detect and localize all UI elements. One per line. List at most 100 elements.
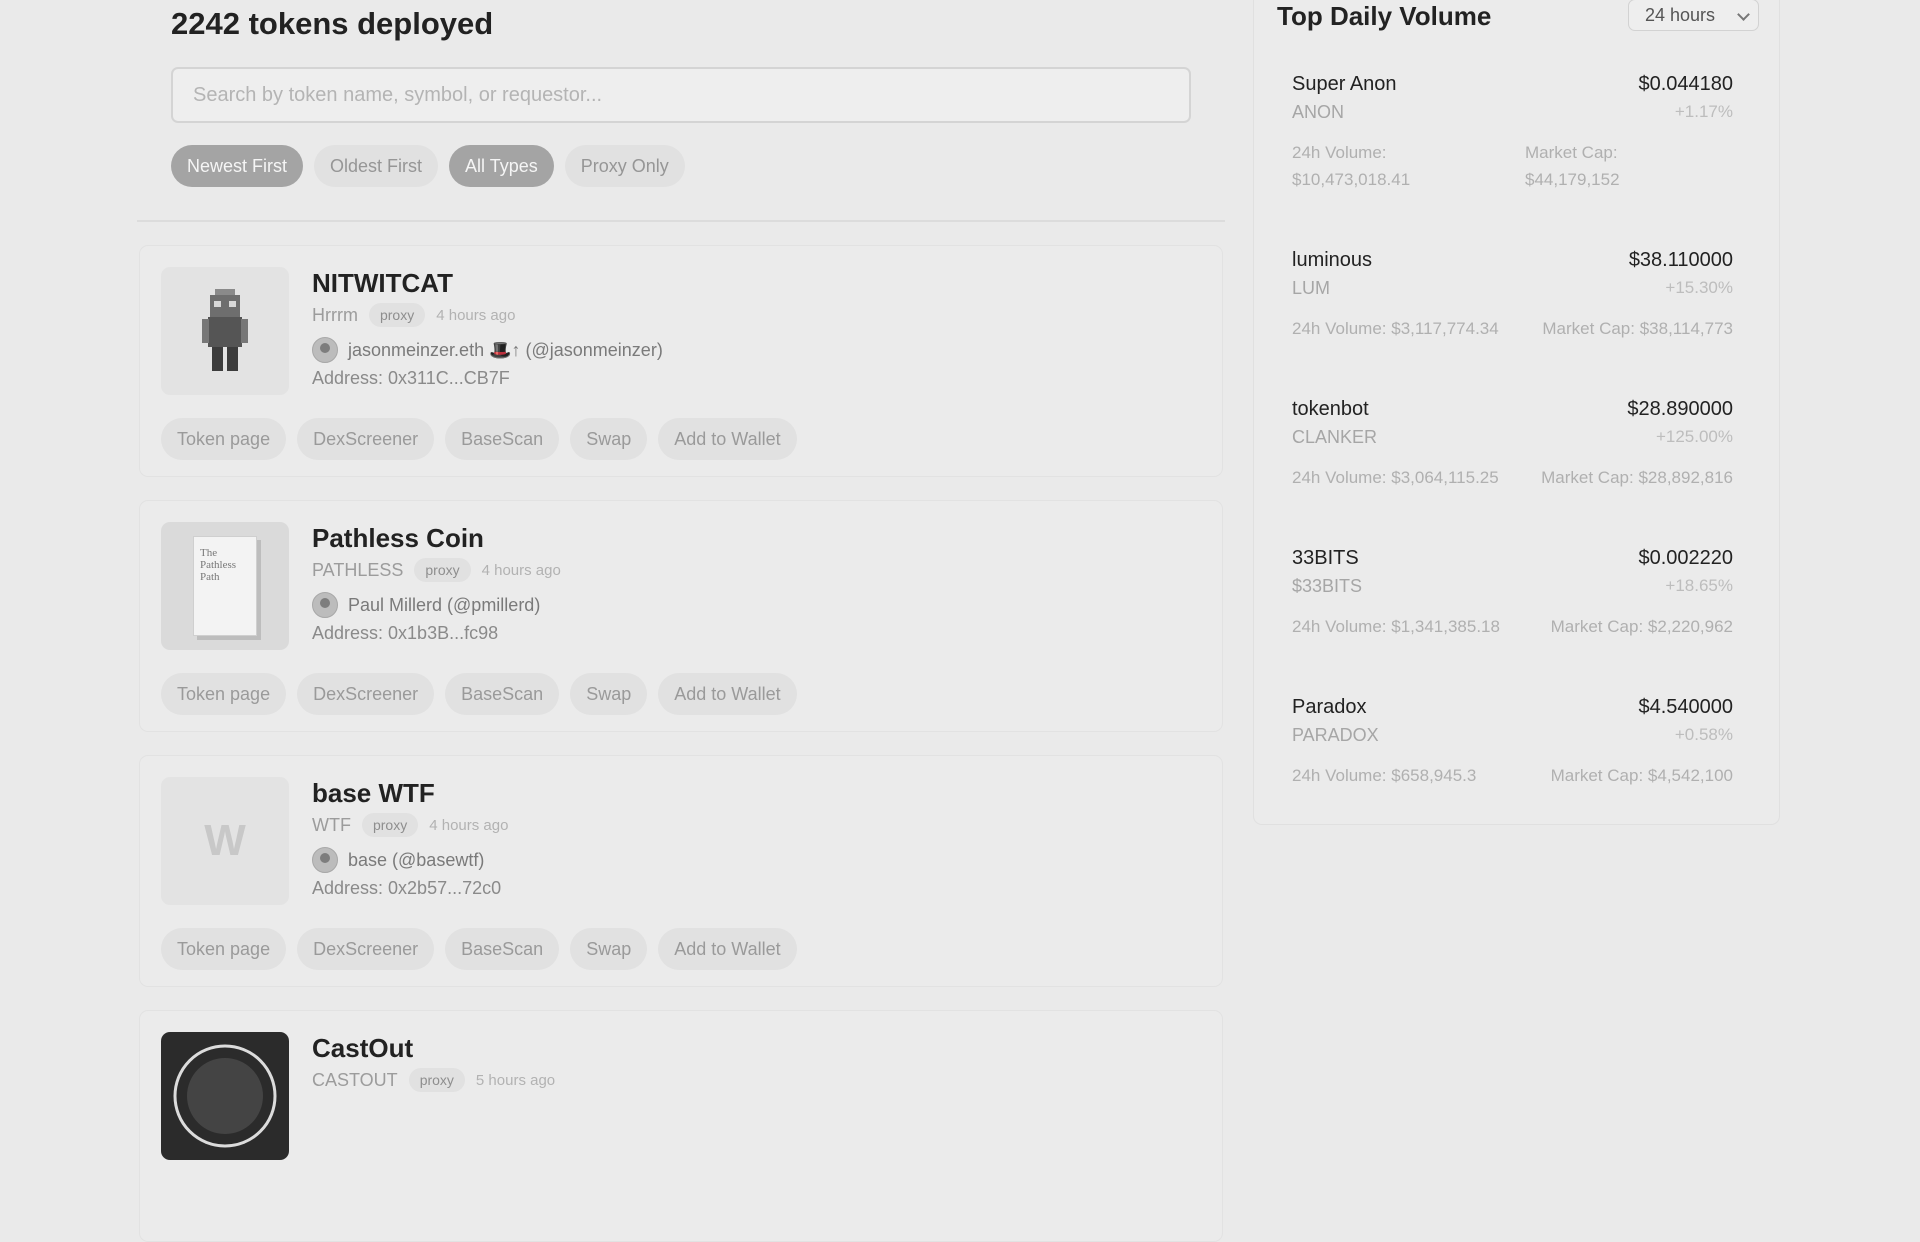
chevron-down-icon: [1737, 8, 1750, 21]
dexscreener-button[interactable]: DexScreener: [297, 418, 435, 460]
token-symbol: CLANKER: [1292, 427, 1378, 447]
volume-item[interactable]: tokenbot $28.890000 CLANKER +125.00% 24h…: [1292, 398, 1733, 528]
token-price: $0.002220: [1638, 547, 1733, 569]
token-name: Pathless Coin: [312, 523, 484, 553]
requestor[interactable]: base (@basewtf): [312, 846, 508, 874]
swap-button[interactable]: Swap: [570, 928, 648, 970]
avatar: [312, 337, 338, 363]
price-change: +18.65%: [1665, 576, 1733, 595]
filter-proxy-only[interactable]: Proxy Only: [564, 145, 685, 187]
volume-label: 24h Volume:: [1292, 766, 1387, 785]
token-card: The Pathless Path Pathless Coin PATHLESS…: [139, 500, 1223, 732]
volume-stat: 24h Volume: $1,341,385.18: [1292, 613, 1500, 640]
token-actions: Token page DexScreener BaseScan Swap Add…: [161, 928, 797, 970]
proxy-badge: proxy: [414, 558, 471, 582]
volume-label: 24h Volume:: [1292, 319, 1387, 338]
volume-item[interactable]: Paradox $4.540000 PARADOX +0.58% 24h Vol…: [1292, 696, 1733, 826]
pixel-cat-figure-icon: [202, 289, 248, 371]
proxy-badge: proxy: [368, 303, 426, 327]
market-cap-label: Market Cap:: [1542, 319, 1635, 338]
token-meta: CASTOUT proxy 5 hours ago: [312, 1067, 555, 1093]
basescan-button[interactable]: BaseScan: [445, 418, 560, 460]
book-title-line: Pathless: [200, 559, 237, 571]
token-page-button[interactable]: Token page: [161, 673, 287, 715]
price-change: +0.58%: [1674, 725, 1733, 744]
token-thumbnail: [161, 267, 289, 395]
market-cap-label: Market Cap:: [1525, 143, 1618, 162]
swap-button[interactable]: Swap: [570, 418, 648, 460]
volume-stat: 24h Volume: $658,945.3: [1292, 762, 1476, 789]
market-cap-value: $44,179,152: [1525, 170, 1620, 189]
dexscreener-button[interactable]: DexScreener: [297, 673, 435, 715]
proxy-badge: proxy: [361, 813, 419, 837]
top-daily-volume-panel: Top Daily Volume 24 hours Super Anon $0.…: [1253, 0, 1780, 825]
volume-stat: 24h Volume: $3,117,774.34: [1292, 315, 1499, 342]
token-symbol: LUM: [1292, 278, 1331, 298]
token-price: $0.044180: [1638, 73, 1733, 95]
add-to-wallet-button[interactable]: Add to Wallet: [658, 673, 797, 715]
token-meta: WTF proxy 4 hours ago: [312, 812, 508, 838]
token-info: CastOut CASTOUT proxy 5 hours ago: [312, 1032, 555, 1093]
token-info: base WTF WTF proxy 4 hours ago base (@ba…: [312, 777, 508, 899]
volume-value: $10,473,018.41: [1292, 170, 1411, 189]
add-to-wallet-button[interactable]: Add to Wallet: [658, 928, 797, 970]
token-card: NITWITCAT Hrrrm proxy 4 hours ago jasonm…: [139, 245, 1223, 477]
volume-item[interactable]: luminous $38.110000 LUM +15.30% 24h Volu…: [1292, 249, 1733, 379]
token-name: Paradox: [1292, 696, 1367, 718]
token-card: W base WTF WTF proxy 4 hours ago base (@…: [139, 755, 1223, 987]
filter-oldest-first[interactable]: Oldest First: [314, 145, 439, 187]
requestor[interactable]: jasonmeinzer.eth 🎩↑ (@jasonmeinzer): [312, 336, 663, 364]
market-cap-value: $28,892,816: [1638, 468, 1733, 487]
token-address: Address: 0x1b3B...fc98: [312, 623, 499, 643]
token-name: tokenbot: [1292, 398, 1369, 420]
requestor-name: base (@basewtf): [348, 849, 485, 870]
dexscreener-button[interactable]: DexScreener: [297, 928, 435, 970]
book-cover-icon: The Pathless Path: [193, 536, 257, 636]
token-name: luminous: [1292, 249, 1373, 271]
token-symbol: WTF: [312, 814, 351, 835]
token-name: NITWITCAT: [312, 268, 454, 298]
price-change: +125.00%: [1655, 427, 1733, 446]
token-name: Super Anon: [1292, 73, 1397, 95]
market-cap-stat: Market Cap: $4,542,100: [1551, 762, 1733, 789]
divider: [137, 220, 1225, 222]
price-change: +1.17%: [1674, 102, 1733, 121]
volume-value: $3,064,115.25: [1391, 468, 1499, 487]
token-name: base WTF: [312, 778, 435, 808]
volume-stat: 24h Volume: $10,473,018.41: [1292, 139, 1502, 193]
market-cap-label: Market Cap:: [1550, 766, 1644, 785]
market-cap-label: Market Cap:: [1550, 617, 1644, 636]
filter-newest-first[interactable]: Newest First: [171, 145, 304, 187]
token-info: NITWITCAT Hrrrm proxy 4 hours ago jasonm…: [312, 267, 663, 389]
volume-item[interactable]: 33BITS $0.002220 $33BITS +18.65% 24h Vol…: [1292, 547, 1733, 677]
token-symbol: PARADOX: [1292, 725, 1379, 745]
proxy-badge: proxy: [408, 1068, 465, 1092]
requestor-name: Paul Millerd (@pmillerd): [348, 594, 541, 615]
token-thumbnail: The Pathless Path: [161, 522, 289, 650]
token-price: $38.110000: [1628, 249, 1733, 271]
token-meta: PATHLESS proxy 4 hours ago: [312, 557, 561, 583]
filter-all-types[interactable]: All Types: [449, 145, 554, 187]
market-cap-stat: Market Cap: $28,892,816: [1541, 464, 1733, 491]
token-page-button[interactable]: Token page: [161, 418, 287, 460]
timestamp: 5 hours ago: [475, 1071, 556, 1089]
basescan-button[interactable]: BaseScan: [445, 673, 560, 715]
token-page-button[interactable]: Token page: [161, 928, 287, 970]
market-cap-label: Market Cap:: [1541, 468, 1634, 487]
swap-button[interactable]: Swap: [570, 673, 648, 715]
timestamp: 4 hours ago: [481, 561, 561, 579]
basescan-button[interactable]: BaseScan: [445, 928, 560, 970]
timestamp: 4 hours ago: [429, 816, 509, 834]
search-input[interactable]: [171, 67, 1191, 123]
market-cap-stat: Market Cap: $38,114,773: [1542, 315, 1733, 342]
token-thumbnail: W: [161, 777, 289, 905]
period-select[interactable]: 24 hours: [1628, 0, 1759, 31]
token-card: CastOut CASTOUT proxy 5 hours ago: [139, 1010, 1223, 1242]
market-cap-value: $4,542,100: [1647, 766, 1733, 785]
token-name: CastOut: [312, 1033, 414, 1063]
requestor[interactable]: Paul Millerd (@pmillerd): [312, 591, 561, 619]
token-symbol: PATHLESS: [312, 559, 404, 580]
add-to-wallet-button[interactable]: Add to Wallet: [658, 418, 797, 460]
avatar: [312, 847, 338, 873]
volume-item[interactable]: Super Anon $0.044180 ANON +1.17% 24h Vol…: [1292, 73, 1733, 203]
